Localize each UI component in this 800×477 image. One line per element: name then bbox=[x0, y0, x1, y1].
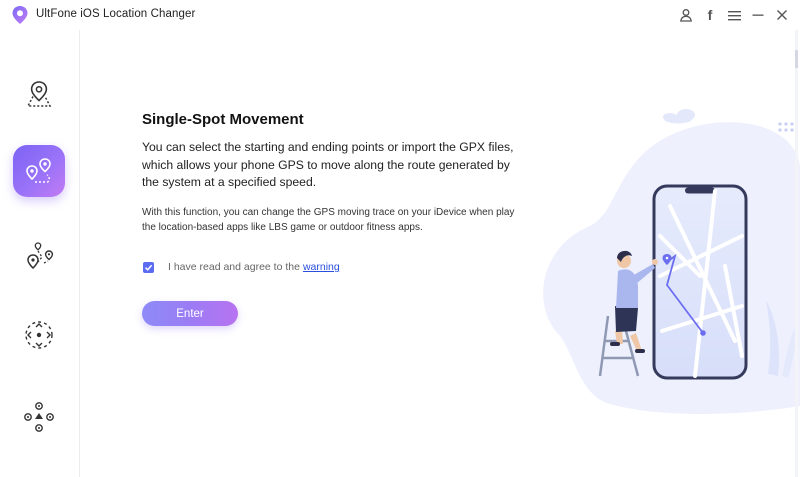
joystick-icon bbox=[25, 321, 53, 349]
multi-spot-route-icon bbox=[27, 242, 54, 270]
checkmark-icon bbox=[144, 264, 153, 271]
title-bar: UltFone iOS Location Changer f bbox=[0, 0, 800, 30]
page-title: Single-Spot Movement bbox=[142, 111, 304, 128]
sidebar-item-change-location[interactable] bbox=[13, 68, 65, 120]
menu-button[interactable] bbox=[722, 0, 746, 30]
minimize-button[interactable] bbox=[746, 0, 770, 30]
sidebar-item-multi-spot-movement[interactable] bbox=[13, 230, 65, 282]
warning-link[interactable]: warning bbox=[303, 261, 340, 273]
window-controls: f bbox=[674, 0, 800, 30]
app-logo-icon bbox=[12, 6, 28, 24]
phone-graphic bbox=[652, 184, 748, 380]
game-controller-icon bbox=[24, 402, 54, 432]
sidebar-item-pokemon-go[interactable] bbox=[13, 391, 65, 443]
cloud-icon bbox=[663, 109, 695, 124]
close-icon bbox=[777, 10, 787, 20]
minimize-icon bbox=[752, 14, 764, 16]
facebook-icon: f bbox=[707, 7, 713, 23]
user-icon bbox=[680, 9, 692, 22]
sidebar-item-single-spot-movement[interactable] bbox=[13, 145, 65, 197]
feature-description: You can select the starting and ending p… bbox=[142, 140, 514, 189]
account-button[interactable] bbox=[674, 0, 698, 30]
main-panel: Single-Spot Movement You can select the … bbox=[80, 30, 800, 477]
sidebar bbox=[0, 30, 80, 477]
facebook-button[interactable]: f bbox=[698, 0, 722, 30]
close-button[interactable] bbox=[770, 0, 794, 30]
sidebar-item-joystick-movement[interactable] bbox=[13, 309, 65, 361]
feature-note: With this function, you can change the G… bbox=[142, 207, 515, 233]
scrollbar[interactable] bbox=[792, 30, 800, 477]
route-illustration bbox=[543, 109, 800, 415]
map-pin-icon bbox=[26, 81, 52, 107]
agreement-row: I have read and agree to the warning bbox=[143, 261, 340, 273]
app-window: UltFone iOS Location Changer f Single-Sp… bbox=[0, 0, 800, 477]
app-title: UltFone iOS Location Changer bbox=[36, 8, 196, 20]
agree-label: I have read and agree to the bbox=[168, 261, 300, 273]
two-spot-route-icon bbox=[26, 158, 51, 183]
enter-button[interactable]: Enter bbox=[142, 301, 238, 326]
agree-checkbox[interactable] bbox=[143, 261, 154, 273]
menu-icon bbox=[727, 10, 741, 20]
